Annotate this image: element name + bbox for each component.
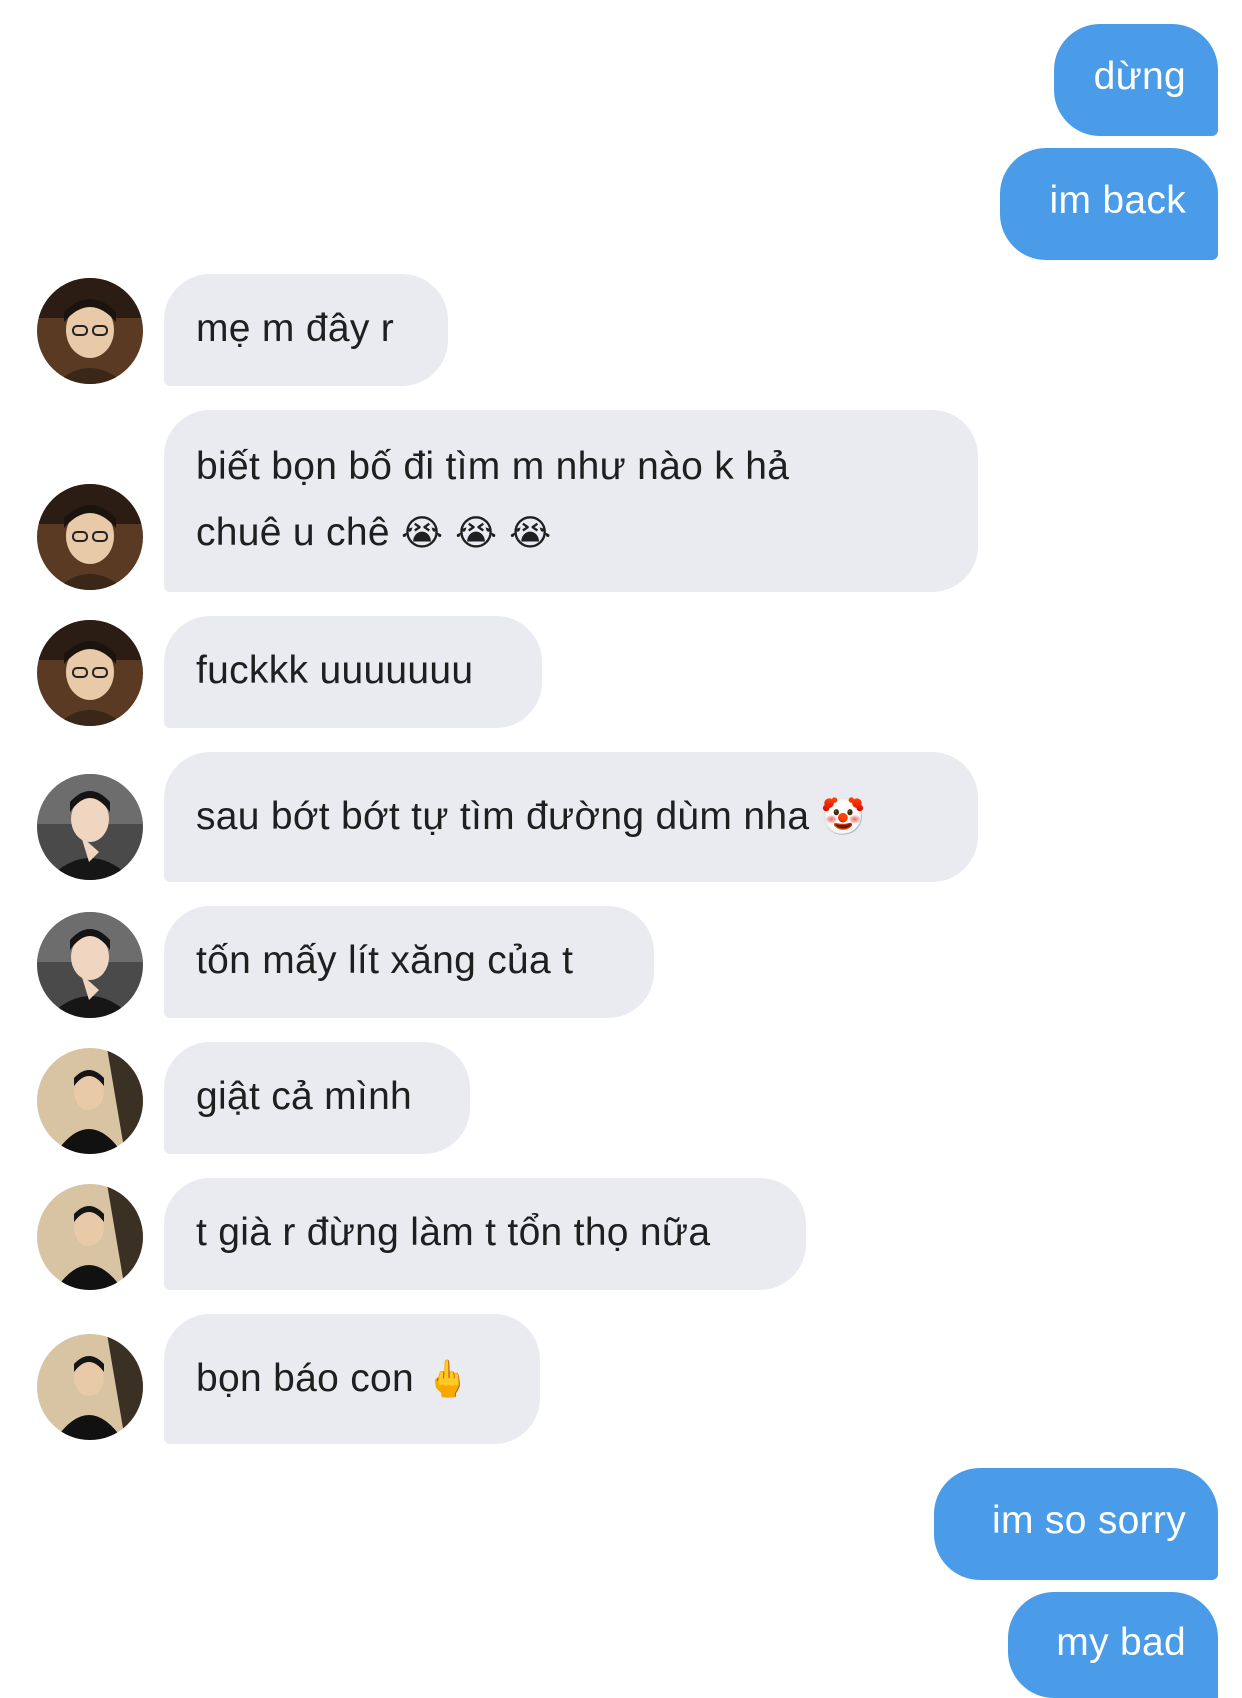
message-text: my bad bbox=[1056, 1621, 1186, 1664]
avatar[interactable] bbox=[37, 278, 143, 384]
message-text-line: biết bọn bố đi tìm m như nào k hả bbox=[196, 445, 790, 488]
message-text: giật cả mình bbox=[196, 1075, 413, 1118]
avatar[interactable] bbox=[37, 1184, 143, 1290]
message-text: mẹ m đây r bbox=[196, 307, 395, 350]
avatar[interactable] bbox=[37, 484, 143, 590]
avatar-photo-icon bbox=[37, 774, 143, 880]
message-text: chuê u chê bbox=[196, 511, 390, 554]
avatar[interactable] bbox=[37, 912, 143, 1018]
crying-emoji-icon: 😭 😭 😭 bbox=[400, 513, 552, 554]
outgoing-message-bubble[interactable]: my bad bbox=[1008, 1592, 1218, 1698]
message-text-line: chuê u chê 😭 😭 😭 bbox=[196, 500, 946, 567]
avatar[interactable] bbox=[37, 1048, 143, 1154]
clown-emoji-icon: 🤡 bbox=[820, 797, 866, 838]
message-text: bọn báo con bbox=[196, 1357, 414, 1400]
message-text: sau bớt bớt tự tìm đường dùm nha bbox=[196, 795, 810, 838]
avatar-photo-icon bbox=[37, 1048, 143, 1154]
message-text: im so sorry bbox=[992, 1499, 1186, 1542]
incoming-message-bubble[interactable]: tốn mấy lít xăng của t bbox=[164, 906, 654, 1018]
avatar-photo-icon bbox=[37, 1334, 143, 1440]
outgoing-message-bubble[interactable]: dừng bbox=[1054, 24, 1218, 136]
avatar-photo-icon bbox=[37, 278, 143, 384]
message-text: im back bbox=[1049, 179, 1186, 222]
outgoing-message-bubble[interactable]: im so sorry bbox=[934, 1468, 1218, 1580]
avatar-photo-icon bbox=[37, 620, 143, 726]
incoming-message-bubble[interactable]: t già r đừng làm t tổn thọ nữa bbox=[164, 1178, 806, 1290]
avatar[interactable] bbox=[37, 620, 143, 726]
incoming-message-bubble[interactable]: bọn báo con 🖕 bbox=[164, 1314, 540, 1444]
avatar[interactable] bbox=[37, 1334, 143, 1440]
incoming-message-bubble[interactable]: sau bớt bớt tự tìm đường dùm nha 🤡 bbox=[164, 752, 978, 882]
message-text: t già r đừng làm t tổn thọ nữa bbox=[196, 1211, 711, 1254]
outgoing-message-bubble[interactable]: im back bbox=[1000, 148, 1218, 260]
incoming-message-bubble[interactable]: mẹ m đây r bbox=[164, 274, 448, 386]
message-text: fuckkk uuuuuuu bbox=[196, 649, 474, 692]
message-text: tốn mấy lít xăng của t bbox=[196, 939, 574, 982]
avatar-photo-icon bbox=[37, 1184, 143, 1290]
incoming-message-bubble[interactable]: giật cả mình bbox=[164, 1042, 470, 1154]
incoming-message-bubble[interactable]: fuckkk uuuuuuu bbox=[164, 616, 542, 728]
incoming-message-bubble[interactable]: biết bọn bố đi tìm m như nào k hả chuê u… bbox=[164, 410, 978, 592]
avatar-photo-icon bbox=[37, 912, 143, 1018]
middle-finger-emoji-icon: 🖕 bbox=[425, 1359, 471, 1400]
avatar[interactable] bbox=[37, 774, 143, 880]
avatar-photo-icon bbox=[37, 484, 143, 590]
message-text: dừng bbox=[1093, 55, 1186, 98]
